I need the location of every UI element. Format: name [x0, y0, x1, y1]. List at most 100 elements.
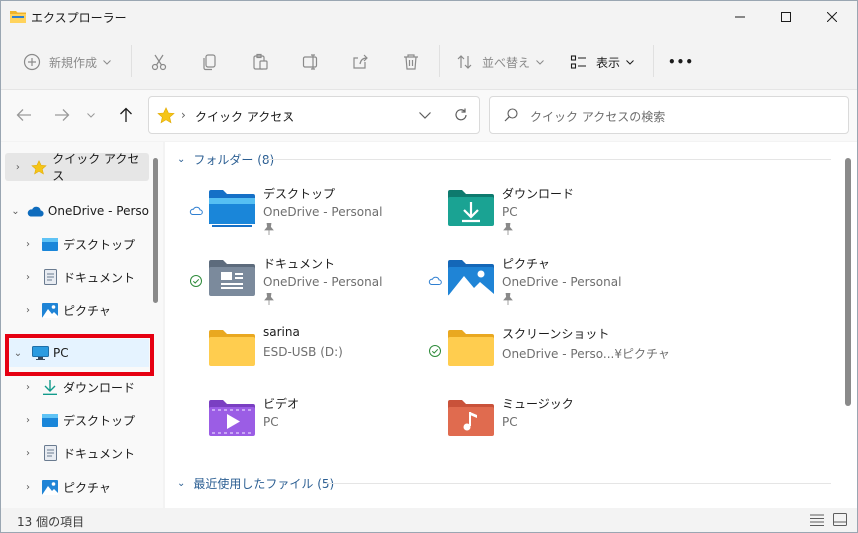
plus-circle-icon	[23, 53, 41, 71]
folder-tile-downloads[interactable]: ダウンロード PC	[428, 184, 658, 240]
folder-name: ドキュメント	[263, 257, 336, 271]
folder-app-icon	[10, 11, 26, 23]
breadcrumb-location[interactable]: クイック アクセス	[195, 108, 294, 125]
chevron-down-icon	[536, 59, 544, 65]
chevron-right-icon[interactable]: ›	[21, 415, 35, 426]
search-box[interactable]: クイック アクセスの検索	[489, 96, 849, 134]
more-icon: •••	[668, 55, 695, 69]
chevron-right-icon[interactable]: ›	[11, 162, 25, 173]
cloud-status-icon	[189, 206, 203, 215]
close-icon	[827, 12, 837, 22]
share-button[interactable]	[352, 49, 370, 75]
sidebar-item-onedrive-pictures[interactable]: › ピクチャ	[5, 296, 149, 324]
view-label: 表示	[596, 55, 621, 70]
pin-icon	[503, 293, 513, 305]
chevron-right-icon[interactable]: ›	[21, 382, 35, 393]
delete-button[interactable]	[402, 49, 420, 75]
folder-tile-videos[interactable]: ビデオ PC	[189, 394, 419, 450]
desktop-icon	[41, 236, 59, 252]
chevron-right-icon[interactable]: ›	[21, 272, 35, 283]
content-scrollbar[interactable]	[845, 158, 851, 406]
more-options-button[interactable]: •••	[668, 49, 694, 75]
pin-icon	[264, 223, 274, 235]
sort-button[interactable]: 並べ替え	[456, 49, 544, 75]
chevron-down-icon	[626, 59, 634, 65]
sidebar-item-label: OneDrive - Perso	[47, 204, 149, 218]
command-bar: 新規作成 並べ替え 表示 •••	[1, 37, 857, 85]
sidebar-item-onedrive-documents[interactable]: › ドキュメント	[5, 263, 149, 291]
back-button[interactable]	[13, 104, 35, 126]
chevron-right-icon[interactable]: ›	[21, 305, 35, 316]
sidebar-item-onedrive-desktop[interactable]: › デスクトップ	[5, 230, 149, 258]
folder-tile-documents[interactable]: ドキュメント OneDrive - Personal	[189, 254, 419, 310]
sidebar-item-quick-access[interactable]: › クイック アクセス	[5, 152, 149, 183]
up-button[interactable]	[115, 104, 137, 126]
group-header-recent[interactable]: ⌄ 最近使用したファイル (5)	[177, 473, 334, 493]
view-button[interactable]: 表示	[570, 49, 634, 75]
sidebar-scrollbar[interactable]	[153, 158, 158, 303]
chevron-down-icon[interactable]: ⌄	[11, 206, 20, 217]
breadcrumb-separator[interactable]: ›	[285, 108, 290, 122]
downloads-folder-icon	[448, 190, 494, 226]
toolbar-divider	[439, 45, 440, 77]
pin-icon	[503, 223, 513, 235]
minimize-button[interactable]	[717, 1, 763, 33]
paste-button[interactable]	[251, 49, 269, 75]
forward-button[interactable]	[51, 104, 73, 126]
refresh-icon[interactable]	[454, 108, 468, 122]
folder-tile-sarina[interactable]: sarina ESD-USB (D:)	[189, 324, 419, 380]
scissors-icon	[151, 54, 167, 71]
chevron-right-icon[interactable]: ›	[21, 482, 35, 493]
cloud-status-icon	[428, 276, 442, 285]
details-view-icon[interactable]	[810, 514, 824, 526]
recent-locations-button[interactable]	[84, 104, 98, 126]
toolbar-divider	[131, 45, 132, 77]
folder-tile-music[interactable]: ミュージック PC	[428, 394, 658, 450]
sidebar-item-label: デスクトップ	[63, 413, 136, 428]
sidebar-item-pc-downloads[interactable]: › ダウンロード	[5, 373, 149, 401]
documents-folder-icon	[209, 260, 255, 296]
content-pane: ⌄ フォルダー (8) デスクトップ OneDrive - Personal ダ…	[165, 142, 857, 508]
trash-icon	[404, 54, 418, 70]
sidebar-item-pc-documents[interactable]: › ドキュメント	[5, 439, 149, 467]
copy-button[interactable]	[201, 49, 219, 75]
folder-tile-screenshots[interactable]: スクリーンショット OneDrive - Perso...¥ピクチャ	[428, 324, 670, 380]
chevron-right-icon[interactable]: ›	[21, 448, 35, 459]
item-count: 13 個の項目	[17, 515, 85, 529]
cloud-icon	[26, 203, 44, 219]
sidebar-item-label: ドキュメント	[63, 446, 136, 461]
desktop-folder-icon	[209, 190, 255, 227]
address-bar[interactable]: › クイック アクセス ›	[148, 96, 480, 134]
chevron-down-icon[interactable]	[419, 112, 431, 119]
new-button[interactable]: 新規作成	[23, 49, 111, 75]
music-folder-icon	[448, 400, 494, 436]
group-divider	[265, 159, 831, 160]
group-header-folders[interactable]: ⌄ フォルダー (8)	[177, 149, 274, 169]
sidebar-item-pc-pictures[interactable]: › ピクチャ	[5, 473, 149, 501]
arrow-up-icon	[120, 107, 132, 122]
copy-icon	[203, 54, 216, 71]
folder-tile-desktop[interactable]: デスクトップ OneDrive - Personal	[189, 184, 419, 240]
toolbar-divider	[653, 45, 654, 77]
sidebar-item-onedrive[interactable]: ⌄ OneDrive - Perso	[5, 197, 149, 225]
cut-button[interactable]	[150, 49, 168, 75]
folder-name: ダウンロード	[502, 187, 575, 201]
folder-location: ESD-USB (D:)	[263, 345, 343, 359]
sort-icon	[457, 55, 472, 69]
pin-icon	[264, 293, 274, 305]
chevron-down-icon: ⌄	[177, 477, 186, 489]
folder-tile-pictures[interactable]: ピクチャ OneDrive - Personal	[428, 254, 658, 310]
close-button[interactable]	[809, 1, 855, 33]
maximize-button[interactable]	[763, 1, 809, 33]
chevron-right-icon[interactable]: ›	[21, 239, 35, 250]
search-icon	[504, 108, 518, 122]
sidebar-item-label: ピクチャ	[63, 480, 111, 495]
pictures-icon	[41, 479, 59, 495]
share-icon	[353, 54, 368, 69]
download-icon	[41, 379, 59, 395]
navigation-row: › クイック アクセス › クイック アクセスの検索	[1, 89, 857, 141]
highlight-box	[5, 334, 154, 376]
rename-button[interactable]	[302, 49, 320, 75]
tiles-view-icon[interactable]	[833, 513, 847, 526]
sidebar-item-pc-desktop[interactable]: › デスクトップ	[5, 406, 149, 434]
